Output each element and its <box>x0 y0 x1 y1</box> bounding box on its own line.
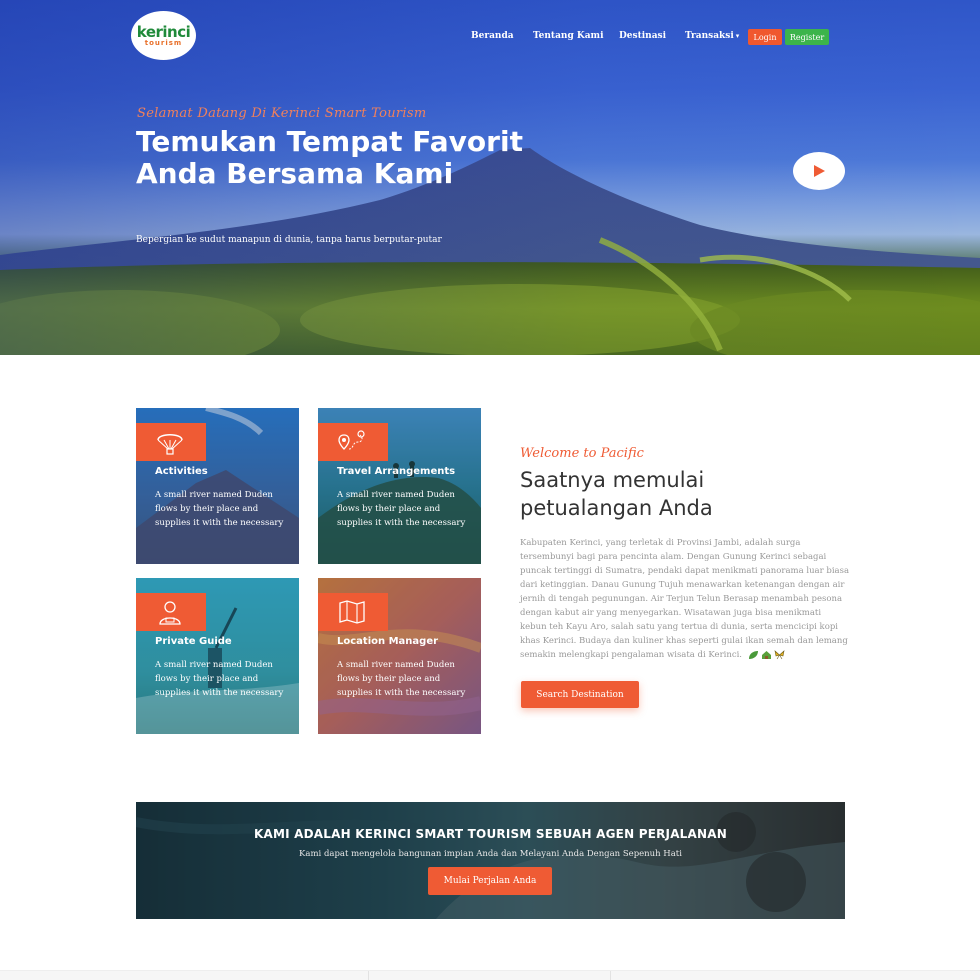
logo-wordmark: kerinci <box>136 22 191 41</box>
nav-item-beranda[interactable]: Beranda <box>471 31 514 41</box>
welcome-paragraph-text: Kabupaten Kerinci, yang terletak di Prov… <box>520 538 850 660</box>
banner-title: KAMI ADALAH KERINCI SMART TOURISM SEBUAH… <box>253 827 727 841</box>
service-card-travel-arrangements[interactable]: Travel Arrangements A small river named … <box>318 408 481 564</box>
guide-person-icon <box>158 601 181 625</box>
register-button[interactable]: Register <box>785 29 829 45</box>
hero-welcome-script: Selamat Datang Di Kerinci Smart Tourism <box>137 106 427 121</box>
logo-tagline: tourism <box>144 38 183 47</box>
nature-emoji-group <box>748 649 785 660</box>
nav-item-transaksi[interactable]: Transaksi ▾ <box>685 31 739 41</box>
footer-divider <box>610 971 611 980</box>
service-description: A small river named Duden flows by their… <box>155 660 284 698</box>
caret-down-icon: ▾ <box>735 31 740 40</box>
service-card-private-guide[interactable]: Private Guide A small river named Duden … <box>136 578 299 734</box>
nav-item-transaksi-label: Transaksi <box>685 31 734 41</box>
banner-overlay <box>136 802 845 919</box>
service-card-activities[interactable]: Activities A small river named Duden flo… <box>136 408 299 564</box>
hero-title: Temukan Tempat Favorit Anda Bersama Kami <box>136 125 523 190</box>
service-title: Location Manager <box>337 636 439 647</box>
start-journey-button[interactable]: Mulai Perjalan Anda <box>428 867 552 895</box>
welcome-paragraph: Kabupaten Kerinci, yang terletak di Prov… <box>520 536 850 662</box>
site-logo[interactable]: kerinci tourism <box>131 11 196 60</box>
parachute-icon <box>156 434 183 455</box>
welcome-script: Welcome to Pacific <box>520 446 644 461</box>
service-badge <box>136 423 206 461</box>
search-destination-button[interactable]: Search Destination <box>521 681 639 708</box>
banner-subtitle: Kami dapat mengelola bangunan impian And… <box>299 849 682 859</box>
butterfly-icon <box>774 649 785 659</box>
service-description: A small river named Duden flows by their… <box>155 490 284 528</box>
play-icon <box>814 165 825 177</box>
footer-strip <box>0 970 980 980</box>
service-card-location-manager[interactable]: Location Manager A small river named Dud… <box>318 578 481 734</box>
cta-banner: KAMI ADALAH KERINCI SMART TOURISM SEBUAH… <box>136 802 845 919</box>
service-description: A small river named Duden flows by their… <box>337 660 466 698</box>
service-badge <box>318 423 388 461</box>
welcome-title: Saatnya memulai petualangan Anda <box>520 468 713 520</box>
nav-item-tentang-kami[interactable]: Tentang Kami <box>533 31 604 41</box>
house-icon <box>761 650 771 659</box>
service-title: Activities <box>155 466 208 477</box>
leaf-icon <box>748 650 758 659</box>
service-title: Travel Arrangements <box>337 466 456 477</box>
service-title: Private Guide <box>155 636 232 647</box>
service-badge <box>318 593 388 631</box>
map-icon <box>338 600 365 624</box>
play-video-button[interactable] <box>793 152 845 190</box>
service-description: A small river named Duden flows by their… <box>337 490 466 528</box>
service-badge <box>136 593 206 631</box>
login-button[interactable]: Login <box>748 29 782 45</box>
hero-subtitle: Bepergian ke sudut manapun di dunia, tan… <box>136 235 442 245</box>
nav-item-destinasi[interactable]: Destinasi <box>619 31 666 41</box>
footer-divider <box>368 971 369 980</box>
route-pin-icon <box>337 430 365 450</box>
